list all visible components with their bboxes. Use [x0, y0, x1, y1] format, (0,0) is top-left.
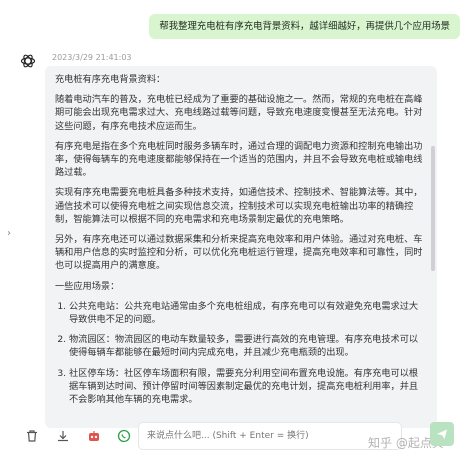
send-icon [437, 429, 447, 439]
chevron-right-icon[interactable]: › [7, 228, 11, 239]
download-icon[interactable] [55, 428, 71, 444]
scrollbar-thumb[interactable] [431, 146, 435, 271]
response-paragraph: 随着电动汽车的普及，充电桩已经成为了重要的基础设施之一。然而，常规的充电桩在高峰… [55, 94, 423, 132]
whatsapp-icon[interactable] [116, 428, 132, 444]
robot-icon[interactable] [86, 428, 102, 444]
user-message-bubble: 帮我整理充电桩有序充电背景资料，越详细越好，再提供几个应用场景 [149, 14, 460, 39]
scenario-item: 物流园区：物流园区的电动车数量较多，需要进行高效的充电管理。有序充电技术可以使得… [69, 333, 427, 359]
message-input-wrapper[interactable] [138, 422, 402, 450]
message-timestamp: 2023/3/29 21:41:03 [52, 53, 132, 62]
response-paragraph: 一些应用场景： [55, 280, 120, 292]
trash-icon[interactable] [24, 428, 40, 444]
scenario-item: 公共充电站：公共充电站通常由多个充电桩组成，有序充电可以有效避免充电需求过大导致… [69, 300, 427, 326]
assistant-response-card: 充电桩有序充电背景资料： 随着电动汽车的普及，充电桩已经成为了重要的基础设施之一… [45, 66, 437, 428]
response-paragraph: 另外，有序充电还可以通过数据采集和分析来提高充电效率和用户体验。通过对充电桩、车… [55, 234, 423, 272]
response-heading: 充电桩有序充电背景资料： [55, 74, 166, 85]
scenario-item: 社区停车场：社区停车场面积有限，需要充分利用空间布置充电设施。有序充电可以根据车… [69, 367, 427, 407]
response-paragraph: 实现有序充电需要充电桩具备多种技术支持，如通信技术、控制技术、智能算法等。其中，… [55, 187, 423, 225]
assistant-avatar-icon [20, 53, 36, 69]
message-input[interactable] [139, 423, 401, 449]
scenario-list: 公共充电站：公共充电站通常由多个充电桩组成，有序充电可以有效避免充电需求过大导致… [55, 300, 427, 406]
user-message-text: 帮我整理充电桩有序充电背景资料，越详细越好，再提供几个应用场景 [159, 21, 450, 32]
send-button[interactable] [430, 422, 454, 446]
response-paragraph: 有序充电是指在多个充电桩同时服务多辆车时，通过合理的调配电力资源和控制充电输出功… [55, 140, 423, 179]
